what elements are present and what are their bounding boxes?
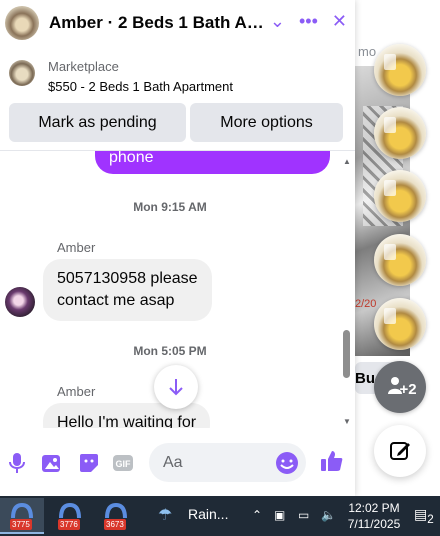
listing-avatar[interactable] bbox=[5, 6, 39, 40]
listing-card[interactable]: Marketplace $550 - 2 Beds 1 Bath Apartme… bbox=[0, 48, 355, 100]
mark-as-pending-button[interactable]: Mark as pending bbox=[9, 103, 186, 142]
message-line: Hello I'm waiting for bbox=[57, 414, 197, 428]
background-date-text: 2/20 bbox=[355, 298, 377, 310]
microphone-icon[interactable] bbox=[9, 452, 25, 474]
taskbar: 3775 3776 3673 ☂ Rain... ⌃ ▣ ▭ 🔈 12:02 P… bbox=[0, 496, 440, 536]
composer: GIF Aa bbox=[0, 440, 355, 486]
jump-to-latest-button[interactable] bbox=[154, 365, 198, 409]
message-input-placeholder: Aa bbox=[163, 454, 183, 471]
photo-icon[interactable] bbox=[41, 452, 63, 474]
message-scrollbar[interactable]: ▲ ▼ bbox=[340, 155, 352, 426]
app-badge: 3775 bbox=[10, 519, 32, 530]
app-icon bbox=[11, 502, 33, 519]
arrow-down-icon bbox=[169, 379, 183, 396]
chat-header: Amber · 2 Beds 1 Bath Apa... ⌄ ••• ✕ bbox=[0, 0, 355, 46]
timestamp: Mon 9:15 AM bbox=[133, 200, 207, 214]
close-icon[interactable]: ✕ bbox=[332, 11, 347, 31]
more-options-icon[interactable]: ••• bbox=[299, 11, 318, 31]
sender-name: Amber bbox=[57, 384, 96, 399]
chat-head-4[interactable] bbox=[374, 234, 426, 286]
scroll-thumb[interactable] bbox=[343, 330, 350, 378]
listing-title: $550 - 2 Beds 1 Bath Apartment bbox=[48, 79, 234, 94]
sent-message: phone bbox=[95, 150, 330, 174]
message-input[interactable]: Aa bbox=[149, 443, 306, 482]
message-line: 5057130958 please bbox=[57, 270, 198, 287]
clock[interactable]: 12:02 PM 7/11/2025 bbox=[346, 500, 402, 532]
message-line: contact me asap bbox=[57, 292, 175, 309]
chat-head-3[interactable] bbox=[374, 170, 426, 222]
chevron-down-icon[interactable]: ⌄ bbox=[270, 11, 285, 31]
new-message-button[interactable] bbox=[374, 425, 426, 477]
sender-avatar[interactable] bbox=[5, 287, 35, 317]
overflow-count: +2 bbox=[399, 380, 417, 398]
listing-source: Marketplace bbox=[48, 59, 119, 74]
taskbar-app[interactable]: 3775 bbox=[0, 498, 44, 534]
chat-head-1[interactable] bbox=[374, 44, 426, 96]
taskbar-app[interactable]: 3673 bbox=[94, 498, 138, 534]
chat-title[interactable]: Amber · 2 Beds 1 Bath Apa... bbox=[49, 13, 264, 33]
chat-heads-overflow[interactable]: +2 bbox=[374, 361, 426, 413]
sticker-icon[interactable] bbox=[78, 452, 100, 474]
gif-icon[interactable]: GIF bbox=[112, 452, 134, 474]
volume-icon[interactable]: 🔈 bbox=[321, 508, 336, 522]
clock-time: 12:02 PM bbox=[348, 501, 400, 515]
taskbar-app[interactable]: 3776 bbox=[48, 498, 92, 534]
emoji-icon[interactable] bbox=[275, 451, 299, 475]
app-icon bbox=[105, 502, 127, 519]
background-more-link[interactable]: mo bbox=[358, 44, 376, 59]
timestamp: Mon 5:05 PM bbox=[133, 344, 207, 358]
notification-icon[interactable]: ▤2 bbox=[414, 506, 434, 526]
listing-thumbnail bbox=[9, 60, 35, 86]
scroll-down-arrow[interactable]: ▼ bbox=[343, 417, 351, 426]
notification-count: 2 bbox=[427, 512, 434, 526]
sent-message-text: phone bbox=[109, 150, 154, 166]
thumbs-up-icon[interactable] bbox=[319, 448, 345, 474]
tray-overflow-icon[interactable]: ⌃ bbox=[252, 508, 262, 522]
more-options-button[interactable]: More options bbox=[190, 103, 343, 142]
compose-icon bbox=[390, 442, 410, 460]
camera-icon[interactable]: ▣ bbox=[274, 508, 285, 522]
app-icon bbox=[59, 502, 81, 519]
chat-head-5[interactable] bbox=[374, 298, 426, 350]
header-controls: ⌄ ••• ✕ bbox=[270, 11, 347, 31]
chat-window: Amber · 2 Beds 1 Bath Apa... ⌄ ••• ✕ Mar… bbox=[0, 0, 355, 496]
app-badge: 3673 bbox=[104, 519, 126, 530]
sender-name: Amber bbox=[57, 240, 96, 255]
scroll-up-arrow[interactable]: ▲ bbox=[343, 157, 351, 166]
svg-text:GIF: GIF bbox=[116, 459, 132, 469]
clock-date: 7/11/2025 bbox=[347, 517, 401, 531]
app-badge: 3776 bbox=[58, 519, 80, 530]
chat-head-2[interactable] bbox=[374, 107, 426, 159]
network-icon[interactable]: ▭ bbox=[298, 508, 309, 522]
screen: mo 2/20 Bu +2 Amber · 2 Beds 1 Bath Apa.… bbox=[0, 0, 440, 536]
weather-widget[interactable]: Rain... bbox=[188, 506, 228, 522]
umbrella-icon: ☂ bbox=[158, 507, 173, 524]
received-message: 5057130958 please contact me asap bbox=[43, 259, 212, 321]
